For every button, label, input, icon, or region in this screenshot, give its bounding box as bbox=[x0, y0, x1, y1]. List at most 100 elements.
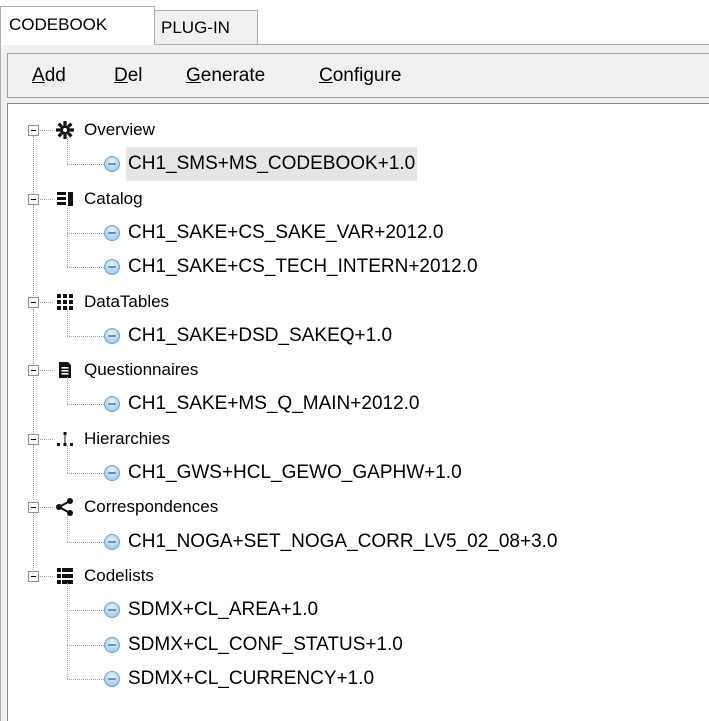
collapse-toggle-icon[interactable] bbox=[28, 502, 39, 514]
item-node-icon bbox=[104, 602, 120, 619]
collapse-toggle-icon[interactable] bbox=[28, 433, 39, 445]
item-node-icon bbox=[104, 396, 120, 413]
tree-item-label: SDMX+CL_AREA+1.0 bbox=[128, 599, 319, 621]
item-node-icon bbox=[104, 327, 120, 344]
tree-item-label: CH1_SAKE+DSD_SAKEQ+1.0 bbox=[128, 324, 393, 346]
item-node-icon bbox=[104, 465, 120, 481]
tree-connector bbox=[40, 438, 53, 440]
tree-connector bbox=[67, 377, 68, 405]
tree-connector bbox=[67, 308, 68, 336]
tree-item[interactable]: CH1_SMS+MS_CODEBOOK+1.0 bbox=[8, 147, 698, 182]
tree-item-label: CH1_SAKE+CS_TECH_INTERN+2012.0 bbox=[128, 256, 478, 278]
tree-group-label: Correspondences bbox=[84, 497, 219, 517]
catalog-icon bbox=[55, 189, 75, 209]
collapse-toggle-icon[interactable] bbox=[28, 193, 39, 205]
tree-group-1[interactable]: Catalog bbox=[8, 182, 698, 216]
tree-item[interactable]: CH1_SAKE+MS_Q_MAIN+2012.0 bbox=[8, 387, 698, 421]
item-node-icon bbox=[104, 533, 120, 550]
share-icon bbox=[55, 497, 75, 517]
tree-connector bbox=[67, 514, 68, 542]
generate-accesskey: G bbox=[186, 65, 201, 86]
codebook-panel: Add Del Generate Configure Overview CH1_S… bbox=[0, 45, 709, 721]
tree-group-label: Overview bbox=[84, 120, 155, 139]
tab-codebook[interactable]: CODEBOOK bbox=[0, 6, 155, 45]
tree-item[interactable]: SDMX+CL_CURRENCY+1.0 bbox=[8, 662, 698, 696]
tree-item[interactable]: SDMX+CL_CONF_STATUS+1.0 bbox=[8, 628, 698, 662]
tree-group-3[interactable]: Questionnaires bbox=[8, 353, 698, 387]
tree-connector bbox=[67, 232, 104, 234]
tree-group-label: Codelists bbox=[84, 565, 154, 585]
del-menu-item[interactable]: Del bbox=[110, 54, 147, 97]
tree-group-6[interactable]: Codelists bbox=[8, 559, 698, 593]
tree-connector bbox=[40, 575, 53, 577]
collapse-toggle-icon[interactable] bbox=[28, 296, 39, 308]
hierarchy-icon bbox=[55, 429, 75, 449]
tree-group-4[interactable]: Hierarchies bbox=[8, 422, 698, 456]
generate-menu-item[interactable]: Generate bbox=[182, 54, 269, 97]
tree-item-label: CH1_SMS+MS_CODEBOOK+1.0 bbox=[126, 147, 418, 182]
codebook-tree[interactable]: Overview CH1_SMS+MS_CODEBOOK+1.0 Catalog CH… bbox=[7, 103, 709, 721]
tree-item[interactable]: CH1_SAKE+CS_TECH_INTERN+2012.0 bbox=[8, 250, 698, 284]
tree-connector bbox=[67, 644, 104, 646]
tree-group-5[interactable]: Correspondences bbox=[8, 490, 698, 524]
tree-connector bbox=[67, 404, 104, 406]
collapse-toggle-icon[interactable] bbox=[28, 125, 39, 136]
tree-item-label: CH1_NOGA+SET_NOGA_CORR_LV5_02_08+3.0 bbox=[128, 530, 558, 552]
tree-connector bbox=[67, 164, 104, 166]
gear-icon bbox=[55, 120, 75, 140]
tree-group-label: DataTables bbox=[84, 291, 170, 311]
tree-connector bbox=[40, 507, 53, 509]
add-accesskey: A bbox=[32, 65, 45, 86]
tree-item-label: SDMX+CL_CONF_STATUS+1.0 bbox=[128, 633, 403, 655]
configure-label: onfigure bbox=[332, 65, 402, 86]
item-node-icon bbox=[104, 670, 120, 687]
tree-group-label: Questionnaires bbox=[84, 360, 199, 380]
grid-icon bbox=[55, 292, 75, 312]
tab-plugin[interactable]: PLUG-IN bbox=[155, 10, 258, 45]
tree-connector bbox=[67, 205, 68, 268]
tree-connector bbox=[40, 198, 53, 200]
collapse-toggle-icon[interactable] bbox=[28, 365, 39, 377]
tab-codebook-label: CODEBOOK bbox=[9, 15, 108, 34]
del-accesskey: D bbox=[114, 65, 128, 86]
tree-item-label: CH1_GWS+HCL_GEWO_GAPHW+1.0 bbox=[128, 462, 462, 483]
item-node-icon bbox=[104, 259, 120, 276]
tab-strip: CODEBOOK PLUG-IN bbox=[0, 0, 709, 45]
tree-group-0[interactable]: Overview bbox=[8, 113, 698, 147]
configure-menu-item[interactable]: Configure bbox=[315, 54, 405, 97]
tree-connector bbox=[67, 541, 104, 543]
tree-connector bbox=[40, 370, 53, 372]
item-node-icon bbox=[104, 156, 120, 173]
tree-item-label: CH1_SAKE+CS_SAKE_VAR+2012.0 bbox=[128, 221, 444, 243]
del-label: el bbox=[127, 65, 143, 86]
tree-connector bbox=[67, 137, 68, 165]
item-node-icon bbox=[104, 224, 120, 241]
configure-accesskey: C bbox=[319, 65, 333, 86]
menu-bar: Add Del Generate Configure bbox=[7, 53, 709, 98]
tree-connector bbox=[67, 473, 104, 474]
tree-connector bbox=[67, 582, 68, 679]
tree-connector bbox=[67, 445, 68, 473]
add-label: dd bbox=[44, 65, 66, 86]
tree-item[interactable]: CH1_SAKE+DSD_SAKEQ+1.0 bbox=[8, 319, 698, 353]
tree-item[interactable]: CH1_NOGA+SET_NOGA_CORR_LV5_02_08+3.0 bbox=[8, 525, 698, 559]
tree-item[interactable]: CH1_GWS+HCL_GEWO_GAPHW+1.0 bbox=[8, 456, 698, 490]
tree-item[interactable]: CH1_SAKE+CS_SAKE_VAR+2012.0 bbox=[8, 216, 698, 250]
tree-connector bbox=[67, 610, 104, 612]
tree-group-label: Catalog bbox=[84, 188, 143, 208]
tree-connector bbox=[40, 301, 53, 303]
collapse-toggle-icon[interactable] bbox=[28, 570, 39, 582]
tree-item[interactable]: SDMX+CL_AREA+1.0 bbox=[8, 593, 698, 627]
tree-connector bbox=[67, 678, 104, 680]
document-icon bbox=[55, 360, 75, 380]
tab-plugin-label: PLUG-IN bbox=[161, 18, 230, 37]
tree-group-label: Hierarchies bbox=[84, 428, 170, 448]
tree-connector bbox=[40, 130, 53, 131]
tree-connector bbox=[67, 335, 104, 337]
item-node-icon bbox=[104, 636, 120, 653]
add-menu-item[interactable]: Add bbox=[28, 54, 70, 97]
tree-group-2[interactable]: DataTables bbox=[8, 285, 698, 319]
tree-item-label: CH1_SAKE+MS_Q_MAIN+2012.0 bbox=[128, 393, 420, 415]
generate-label: enerate bbox=[200, 65, 266, 86]
tree-connector bbox=[67, 267, 104, 269]
